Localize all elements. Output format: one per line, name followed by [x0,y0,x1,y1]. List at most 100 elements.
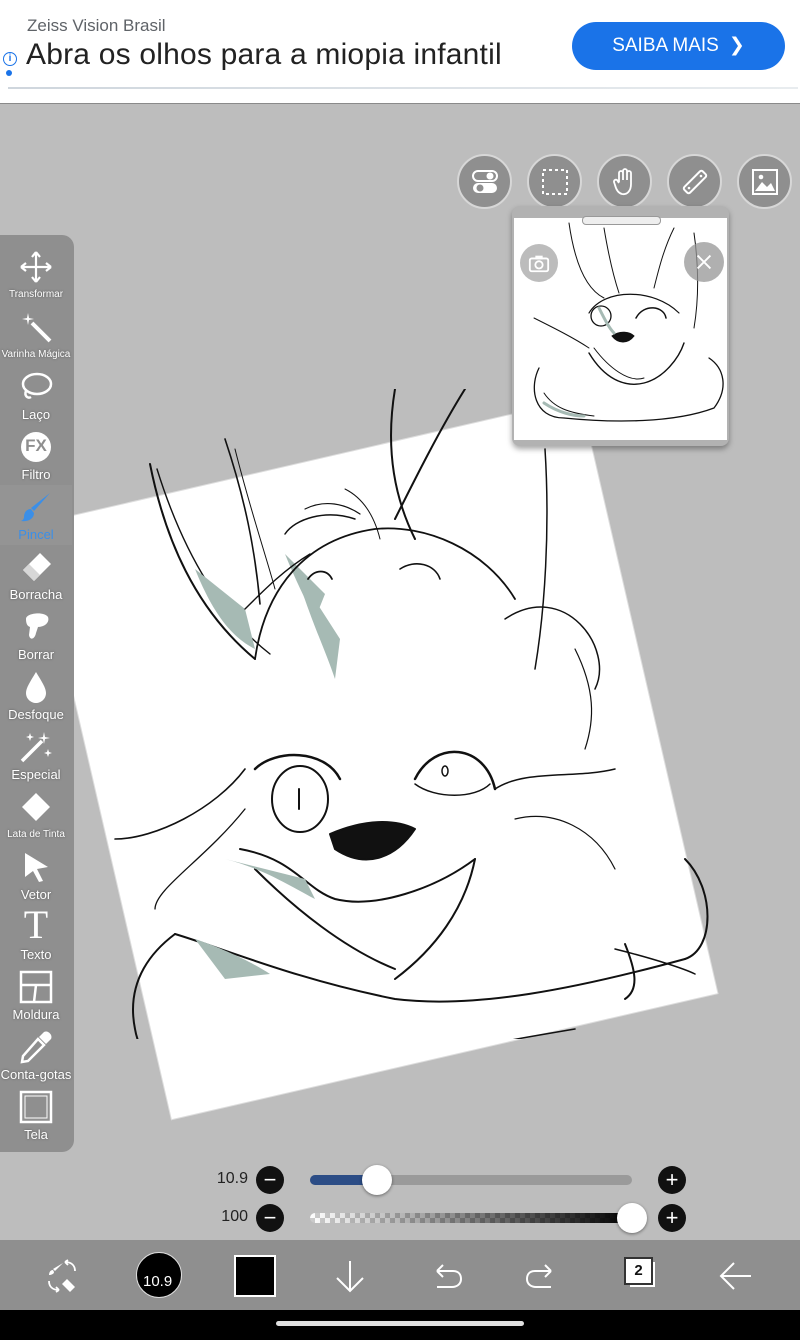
arrow-down-icon [336,1261,364,1293]
tool-text[interactable]: T Texto [0,902,72,965]
navigator-drag-handle[interactable] [582,216,661,225]
navigator-close-button[interactable] [684,242,724,282]
opacity-knob[interactable] [617,1203,647,1233]
hand-icon [612,167,632,195]
bottom-toolbar: 10.9 2 [0,1240,800,1310]
arrow-left-icon [719,1262,751,1290]
tool-label: Desfoque [8,707,64,722]
back-button[interactable] [712,1252,760,1300]
tool-label: Filtro [21,467,51,482]
image-icon [751,168,778,195]
tool-fill[interactable]: Lata de Tinta [0,785,72,845]
tool-brush[interactable]: Pincel [0,485,72,545]
tool-label: Borracha [9,587,63,602]
image-material-button[interactable] [737,154,792,209]
ad-banner[interactable]: i Zeiss Vision Brasil Abra os olhos para… [0,0,800,104]
brush-size-slider[interactable] [310,1165,632,1195]
tool-magic-wand[interactable]: Varinha Mágica [0,305,72,365]
opacity-value: 100 [221,1208,248,1225]
selection-button[interactable] [527,154,582,209]
tool-filter[interactable]: FX Filtro [0,425,72,485]
brush-eraser-swap-icon [48,1259,76,1293]
ruler-icon [682,169,707,194]
tool-label: Texto [20,947,52,962]
chevron-right-icon: ❯ [728,35,745,56]
undo-icon [436,1264,463,1288]
camera-icon [528,255,550,273]
text-t-icon: T [23,902,49,947]
brush-size-knob[interactable] [362,1165,392,1195]
ad-info-icon[interactable]: i [3,52,17,66]
smudge-finger-icon [26,613,49,639]
tool-canvas[interactable]: Tela [0,1085,72,1145]
ad-divider [8,87,798,89]
eraser-icon [23,553,51,581]
cursor-arrow-icon [25,853,48,882]
opacity-slider-row: 100 − + [0,1198,800,1238]
toggle-icon [471,169,498,193]
sparkle-wand-icon [20,732,52,763]
canvas-square-icon [19,1090,53,1124]
ad-choices-icon[interactable] [6,70,12,76]
brush-size-increase-button[interactable]: + [658,1166,686,1194]
close-icon [696,254,712,270]
tool-label: Vetor [20,887,52,902]
undo-button[interactable] [422,1252,470,1300]
opacity-slider[interactable] [310,1203,647,1233]
brush-size-decrease-button[interactable]: − [256,1166,284,1194]
ad-cta-label: SAIBA MAIS [612,35,719,56]
paint-bucket-icon [22,793,50,821]
ad-cta-button[interactable]: SAIBA MAIS ❯ [572,22,785,70]
ad-headline[interactable]: Abra os olhos para a miopia infantil [26,38,502,72]
tool-label: Laço [21,407,51,422]
move-arrows-icon [20,251,52,283]
swap-brush-eraser-button[interactable] [38,1252,86,1300]
tool-label: Borrar [17,647,55,662]
brush-icon [21,493,50,522]
tool-label: Conta-gotas [0,1067,72,1082]
navigator-panel[interactable] [512,206,729,446]
lasso-icon [21,372,53,399]
tool-sidebar: Transformar Varinha Mágica Laço FX Filtr… [0,235,74,1152]
move-down-button[interactable] [326,1252,374,1300]
tool-eraser[interactable]: Borracha [0,545,72,605]
fx-badge: FX [25,436,47,455]
tool-frame[interactable]: Moldura [0,965,72,1025]
navigator-snapshot-button[interactable] [520,244,558,282]
color-picker-swatch[interactable] [234,1255,276,1297]
brush-size-slider-row: 10.9 − + [0,1160,800,1200]
selection-icon [541,168,568,195]
droplet-icon [26,672,46,703]
frame-panels-icon [19,970,53,1004]
brush-size-indicator-value: 10.9 [143,1273,173,1290]
tool-transform[interactable]: Transformar [0,245,72,305]
tool-label: Moldura [12,1007,60,1022]
opacity-increase-button[interactable]: + [658,1204,686,1232]
redo-button[interactable] [518,1252,566,1300]
home-gesture-handle[interactable] [276,1321,524,1326]
tool-special[interactable]: Especial [0,725,72,785]
magic-wand-icon [22,313,52,343]
tool-eyedropper[interactable]: Conta-gotas [0,1025,72,1085]
ad-sponsor: Zeiss Vision Brasil [27,16,166,35]
tool-label: Transformar [8,289,64,300]
tool-smudge[interactable]: Borrar [0,605,72,665]
tool-vector[interactable]: Vetor [0,845,72,905]
brush-size-indicator[interactable]: 10.9 [136,1252,182,1298]
layer-count: 2 [624,1257,653,1285]
tool-blur[interactable]: Desfoque [0,665,72,725]
redo-icon [525,1264,552,1288]
layers-button[interactable]: 2 [620,1254,660,1294]
sketch-drawing [114,389,709,1039]
tool-label: Tela [24,1127,48,1142]
tool-label: Varinha Mágica [1,349,71,360]
tool-lasso[interactable]: Laço [0,365,72,425]
toggle-menu-button[interactable] [457,154,512,209]
hand-tool-button[interactable] [597,154,652,209]
ruler-button[interactable] [667,154,722,209]
system-navigation-bar [0,1310,800,1340]
brush-size-value: 10.9 [216,1170,248,1187]
opacity-decrease-button[interactable]: − [256,1204,284,1232]
tool-label: Pincel [18,527,54,542]
tool-label: Especial [11,767,61,782]
